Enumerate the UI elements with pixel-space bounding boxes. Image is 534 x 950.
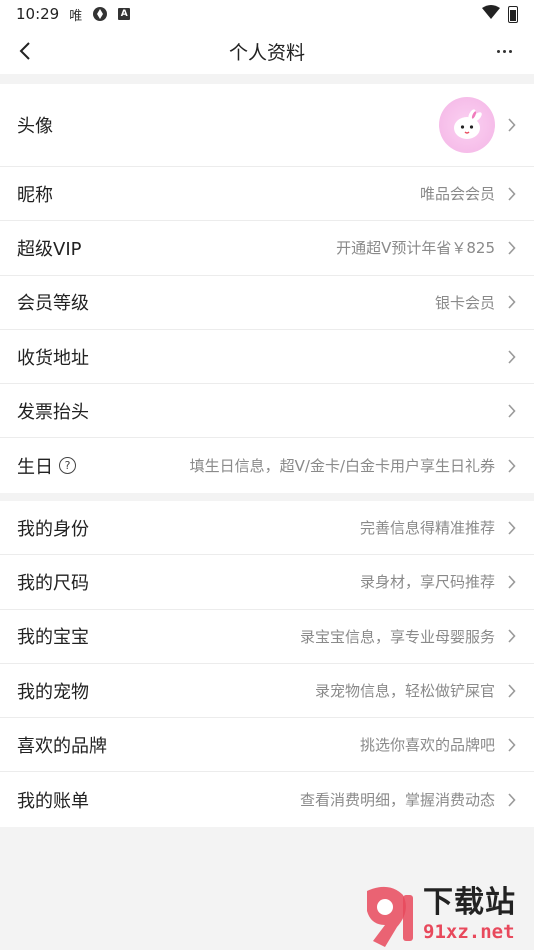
list-item[interactable]: 收货地址 (0, 330, 534, 385)
row-label-wrap: 我的宠物 (17, 678, 89, 704)
list-item[interactable]: 我的宝宝 录宝宝信息，享专业母婴服务 (0, 610, 534, 664)
list-item[interactable]: 会员等级 银卡会员 (0, 276, 534, 330)
watermark-logo: 下载站 91xz.net (359, 880, 534, 950)
chevron-right-icon (505, 683, 517, 699)
row-label-wrap: 收货地址 (17, 344, 89, 370)
wifi-icon (482, 5, 500, 23)
row-label-wrap: 超级VIP (17, 235, 81, 261)
list-item[interactable]: 超级VIP 开通超V预计年省￥825 (0, 221, 534, 276)
watermark-91-icon (359, 881, 419, 949)
row-label: 生日 (17, 456, 53, 478)
row-label: 收货地址 (17, 347, 89, 369)
row-label-wrap: 我的账单 (17, 787, 89, 813)
nav-bar: 个人资料 (0, 28, 534, 74)
row-label-wrap: 生日? (17, 453, 76, 479)
row-label-wrap: 我的宝宝 (17, 623, 89, 649)
chevron-right-icon (505, 186, 517, 202)
app-indicator-icon: 唯 (69, 8, 83, 24)
row-label: 发票抬头 (17, 401, 89, 423)
chevron-right-icon (505, 240, 517, 256)
app-a-icon: A (118, 8, 131, 20)
status-time: 10:29 (16, 5, 60, 23)
avatar[interactable] (439, 97, 495, 153)
chevron-right-icon (505, 792, 517, 808)
battery-icon (508, 5, 518, 23)
row-label: 超级VIP (17, 238, 82, 260)
list-item[interactable]: 生日? 填生日信息，超V/金卡/白金卡用户享生日礼券 (0, 438, 534, 492)
chevron-right-icon (505, 403, 517, 419)
chevron-right-icon (505, 294, 517, 310)
row-label: 头像 (17, 116, 53, 137)
row-label-wrap: 喜欢的品牌 (17, 732, 107, 758)
question-circle-icon[interactable]: ? (59, 457, 76, 475)
row-label: 我的宠物 (17, 681, 89, 703)
row-label: 会员等级 (17, 293, 89, 315)
more-dots-icon[interactable] (497, 38, 512, 64)
chevron-right-icon (505, 349, 517, 365)
page-title: 个人资料 (228, 41, 305, 64)
sync-icon (92, 6, 108, 22)
row-label-wrap: 会员等级 (17, 289, 89, 315)
list-item[interactable]: 我的身份 完善信息得精准推荐 (0, 501, 534, 556)
row-label: 我的宝宝 (17, 627, 89, 649)
row-value: 录宠物信息，轻松做铲屎官 (314, 682, 495, 701)
list-item[interactable]: 喜欢的品牌 挑选你喜欢的品牌吧 (0, 718, 534, 773)
row-value: 挑选你喜欢的品牌吧 (359, 736, 495, 755)
row-label: 我的账单 (17, 790, 89, 812)
row-label: 昵称 (17, 184, 53, 206)
list-item[interactable]: 我的账单 查看消费明细，掌握消费动态 (0, 772, 534, 826)
list-item[interactable]: 昵称 唯品会会员 (0, 167, 534, 222)
list-item[interactable]: 我的尺码 录身材，享尺码推荐 (0, 555, 534, 610)
chevron-right-icon (505, 574, 517, 590)
row-value: 填生日信息，超V/金卡/白金卡用户享生日礼券 (189, 457, 495, 476)
row-label-wrap: 发票抬头 (17, 398, 89, 424)
row-value: 唯品会会员 (419, 185, 495, 204)
chevron-right-icon (505, 458, 517, 474)
row-value: 录宝宝信息，享专业母婴服务 (299, 627, 495, 646)
row-value: 查看消费明细，掌握消费动态 (299, 791, 495, 810)
personal-section: 我的身份 完善信息得精准推荐我的尺码 录身材，享尺码推荐我的宝宝 录宝宝信息，享专业母… (0, 501, 534, 827)
list-item[interactable]: 发票抬头 (0, 384, 534, 439)
row-value: 录身材，享尺码推荐 (359, 573, 495, 592)
chevron-right-icon (505, 737, 517, 753)
list-item[interactable]: 我的宠物 录宠物信息，轻松做铲屎官 (0, 664, 534, 719)
status-bar: 10:29 唯 A (0, 0, 534, 28)
row-value: 完善信息得精准推荐 (359, 519, 495, 538)
watermark-url: 91xz.net (423, 921, 515, 943)
row-label: 我的尺码 (17, 572, 89, 594)
row-label-wrap: 我的身份 (17, 515, 89, 541)
row-label: 喜欢的品牌 (17, 735, 107, 757)
row-value: 银卡会员 (434, 293, 495, 312)
row-label-wrap: 头像 (17, 112, 53, 138)
row-label-wrap: 我的尺码 (17, 569, 89, 595)
back-arrow-icon[interactable] (12, 38, 38, 64)
row-value: 开通超V预计年省￥825 (336, 239, 495, 258)
watermark-title: 下载站 (423, 885, 516, 920)
list-item[interactable]: 头像 (0, 84, 534, 167)
profile-section: 头像昵称 唯品会会员超级VIP 开通超V预计年省￥825 会员等级 银卡会员收货地址发票… (0, 84, 534, 493)
row-label-wrap: 昵称 (17, 181, 53, 207)
chevron-right-icon (505, 520, 517, 536)
row-label: 我的身份 (17, 518, 89, 540)
chevron-right-icon (505, 117, 517, 133)
chevron-right-icon (505, 628, 517, 644)
